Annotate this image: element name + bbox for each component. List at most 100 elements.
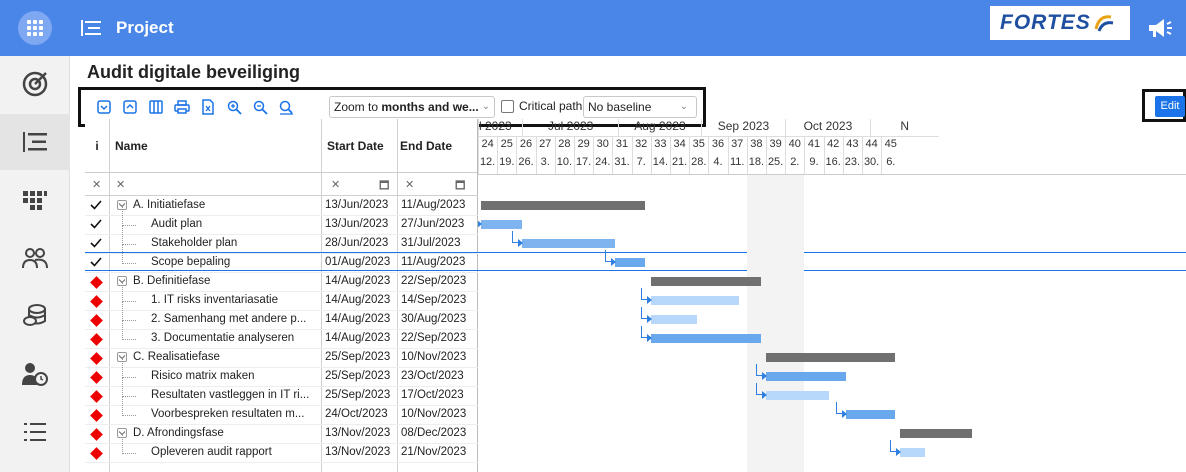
task-end-date[interactable]: 11/Aug/2023 — [401, 199, 473, 211]
task-bar[interactable] — [650, 315, 698, 324]
task-start-date[interactable]: 24/Oct/2023 — [325, 408, 397, 420]
task-end-date[interactable]: 14/Sep/2023 — [401, 294, 473, 306]
task-start-date[interactable]: 14/Aug/2023 — [325, 294, 397, 306]
task-bar[interactable] — [900, 448, 926, 457]
summary-bar[interactable] — [900, 429, 972, 438]
task-end-date[interactable]: 22/Sep/2023 — [401, 332, 473, 344]
clear-filter-icon[interactable]: ✕ — [92, 178, 101, 191]
calendar-icon[interactable]: 🗖 — [455, 177, 465, 196]
calendar-icon[interactable]: 🗖 — [379, 177, 389, 196]
task-bar[interactable] — [650, 296, 739, 305]
table-row[interactable]: A. Initiatiefase 13/Jun/2023 11/Aug/2023 — [85, 197, 478, 216]
task-name[interactable]: Stakeholder plan — [151, 237, 317, 249]
table-row[interactable]: Opleveren audit rapport 13/Nov/2023 21/Nov… — [85, 434, 478, 463]
table-row[interactable]: D. Afrondingsfase 13/Nov/2023 08/Dec/2023 — [85, 425, 478, 444]
table-row[interactable]: 2. Samenhang met andere p... 14/Aug/2023 3… — [85, 301, 478, 330]
expand-all-icon[interactable] — [95, 98, 113, 116]
task-bar[interactable] — [766, 391, 830, 400]
task-bar[interactable] — [845, 410, 895, 419]
summary-bar[interactable] — [480, 201, 646, 210]
task-start-date[interactable]: 13/Jun/2023 — [325, 199, 397, 211]
sidebar-item-portfolio[interactable] — [0, 172, 70, 228]
page-title: Audit digitale beveiliging — [87, 62, 301, 82]
task-end-date[interactable]: 08/Dec/2023 — [401, 427, 473, 439]
task-start-date[interactable]: 14/Aug/2023 — [325, 332, 397, 344]
task-start-date[interactable]: 13/Jun/2023 — [325, 218, 397, 230]
task-bar[interactable] — [615, 258, 646, 267]
collapse-all-icon[interactable] — [121, 98, 139, 116]
task-name[interactable]: Audit plan — [151, 218, 317, 230]
task-end-date[interactable]: 17/Oct/2023 — [401, 389, 473, 401]
edit-button[interactable]: Edit — [1155, 96, 1185, 117]
sidebar-item-dashboard[interactable] — [0, 56, 70, 112]
task-end-date[interactable]: 10/Nov/2023 — [401, 351, 473, 363]
task-start-date[interactable]: 28/Jun/2023 — [325, 237, 397, 249]
task-end-date[interactable]: 30/Aug/2023 — [401, 313, 473, 325]
clear-start-filter-icon[interactable]: ✕ — [331, 178, 340, 191]
columns-icon[interactable] — [147, 98, 165, 116]
task-start-date[interactable]: 13/Nov/2023 — [325, 427, 397, 439]
zoom-select[interactable]: Zoom to months and we... ⌄ — [329, 96, 495, 118]
task-name[interactable]: C. Realisatiefase — [133, 351, 317, 363]
critical-path-checkbox[interactable] — [501, 100, 514, 113]
table-row[interactable]: Resultaten vastleggen in IT ri... 25/Sep/… — [85, 377, 478, 406]
zoom-fit-icon[interactable] — [277, 98, 295, 116]
clear-end-filter-icon[interactable]: ✕ — [405, 178, 414, 191]
col-header-name[interactable]: Name — [109, 119, 321, 173]
col-header-start[interactable]: Start Date — [321, 119, 397, 173]
table-row[interactable]: Voorbespreken resultaten m... 24/Oct/2023… — [85, 396, 478, 425]
sidebar-item-project[interactable] — [0, 114, 70, 170]
sidebar-item-finance[interactable] — [0, 288, 70, 344]
baseline-select[interactable]: No baseline ⌄ — [583, 96, 697, 118]
summary-bar[interactable] — [650, 277, 761, 286]
zoom-out-icon[interactable] — [251, 98, 269, 116]
task-name[interactable]: Opleveren audit rapport — [151, 446, 317, 458]
task-name[interactable]: A. Initiatiefase — [133, 199, 317, 211]
task-name[interactable]: 1. IT risks inventariasatie — [151, 294, 317, 306]
sidebar-item-list[interactable] — [0, 404, 70, 460]
table-row[interactable]: 3. Documentatie analyseren 14/Aug/2023 22/… — [85, 320, 478, 349]
task-end-date[interactable]: 22/Sep/2023 — [401, 275, 473, 287]
dependency-arrow-icon — [646, 296, 652, 304]
user-clock-icon — [22, 363, 48, 386]
table-row[interactable]: Risico matrix maken 25/Sep/2023 23/Oct/202… — [85, 358, 478, 387]
task-start-date[interactable]: 25/Sep/2023 — [325, 389, 397, 401]
task-end-date[interactable]: 10/Nov/2023 — [401, 408, 473, 420]
dependency-arrow-icon — [841, 410, 847, 418]
task-end-date[interactable]: 23/Oct/2023 — [401, 370, 473, 382]
apps-menu-button[interactable] — [0, 0, 70, 56]
table-row[interactable]: 1. IT risks inventariasatie 14/Aug/2023 14… — [85, 282, 478, 311]
table-row[interactable]: C. Realisatiefase 25/Sep/2023 10/Nov/2023 — [85, 349, 478, 368]
task-bar[interactable] — [521, 239, 616, 248]
table-row[interactable]: Audit plan 13/Jun/2023 27/Jun/2023 — [85, 206, 478, 235]
task-start-date[interactable]: 13/Nov/2023 — [325, 446, 397, 458]
summary-bar[interactable] — [766, 353, 895, 362]
task-start-date[interactable]: 14/Aug/2023 — [325, 313, 397, 325]
task-end-date[interactable]: 27/Jun/2023 — [401, 218, 473, 230]
task-name[interactable]: 2. Samenhang met andere p... — [151, 313, 317, 325]
clear-name-filter-icon[interactable]: ✕ — [116, 178, 125, 191]
table-row[interactable]: B. Definitiefase 14/Aug/2023 22/Sep/2023 — [85, 273, 478, 292]
task-end-date[interactable]: 21/Nov/2023 — [401, 446, 473, 458]
task-start-date[interactable]: 25/Sep/2023 — [325, 370, 397, 382]
day-label: 23. — [844, 156, 861, 168]
task-name[interactable]: Risico matrix maken — [151, 370, 317, 382]
print-icon[interactable] — [173, 98, 191, 116]
task-name[interactable]: B. Definitiefase — [133, 275, 317, 287]
task-start-date[interactable]: 25/Sep/2023 — [325, 351, 397, 363]
export-excel-icon[interactable] — [199, 98, 217, 116]
task-start-date[interactable]: 14/Aug/2023 — [325, 275, 397, 287]
sidebar-item-resources[interactable] — [0, 230, 70, 286]
task-name[interactable]: Voorbespreken resultaten m... — [151, 408, 317, 420]
task-bar[interactable] — [766, 372, 846, 381]
task-name[interactable]: D. Afrondingsfase — [133, 427, 317, 439]
sidebar-item-user-time[interactable] — [0, 346, 70, 402]
task-name[interactable]: 3. Documentatie analyseren — [151, 332, 317, 344]
task-name[interactable]: Resultaten vastleggen in IT ri... — [151, 389, 317, 401]
task-bar[interactable] — [650, 334, 761, 343]
task-bar[interactable] — [480, 220, 522, 229]
announcement-icon[interactable] — [1146, 16, 1174, 40]
zoom-in-icon[interactable] — [225, 98, 243, 116]
col-header-end[interactable]: End Date — [397, 119, 478, 173]
task-end-date[interactable]: 31/Jul/2023 — [401, 237, 473, 249]
